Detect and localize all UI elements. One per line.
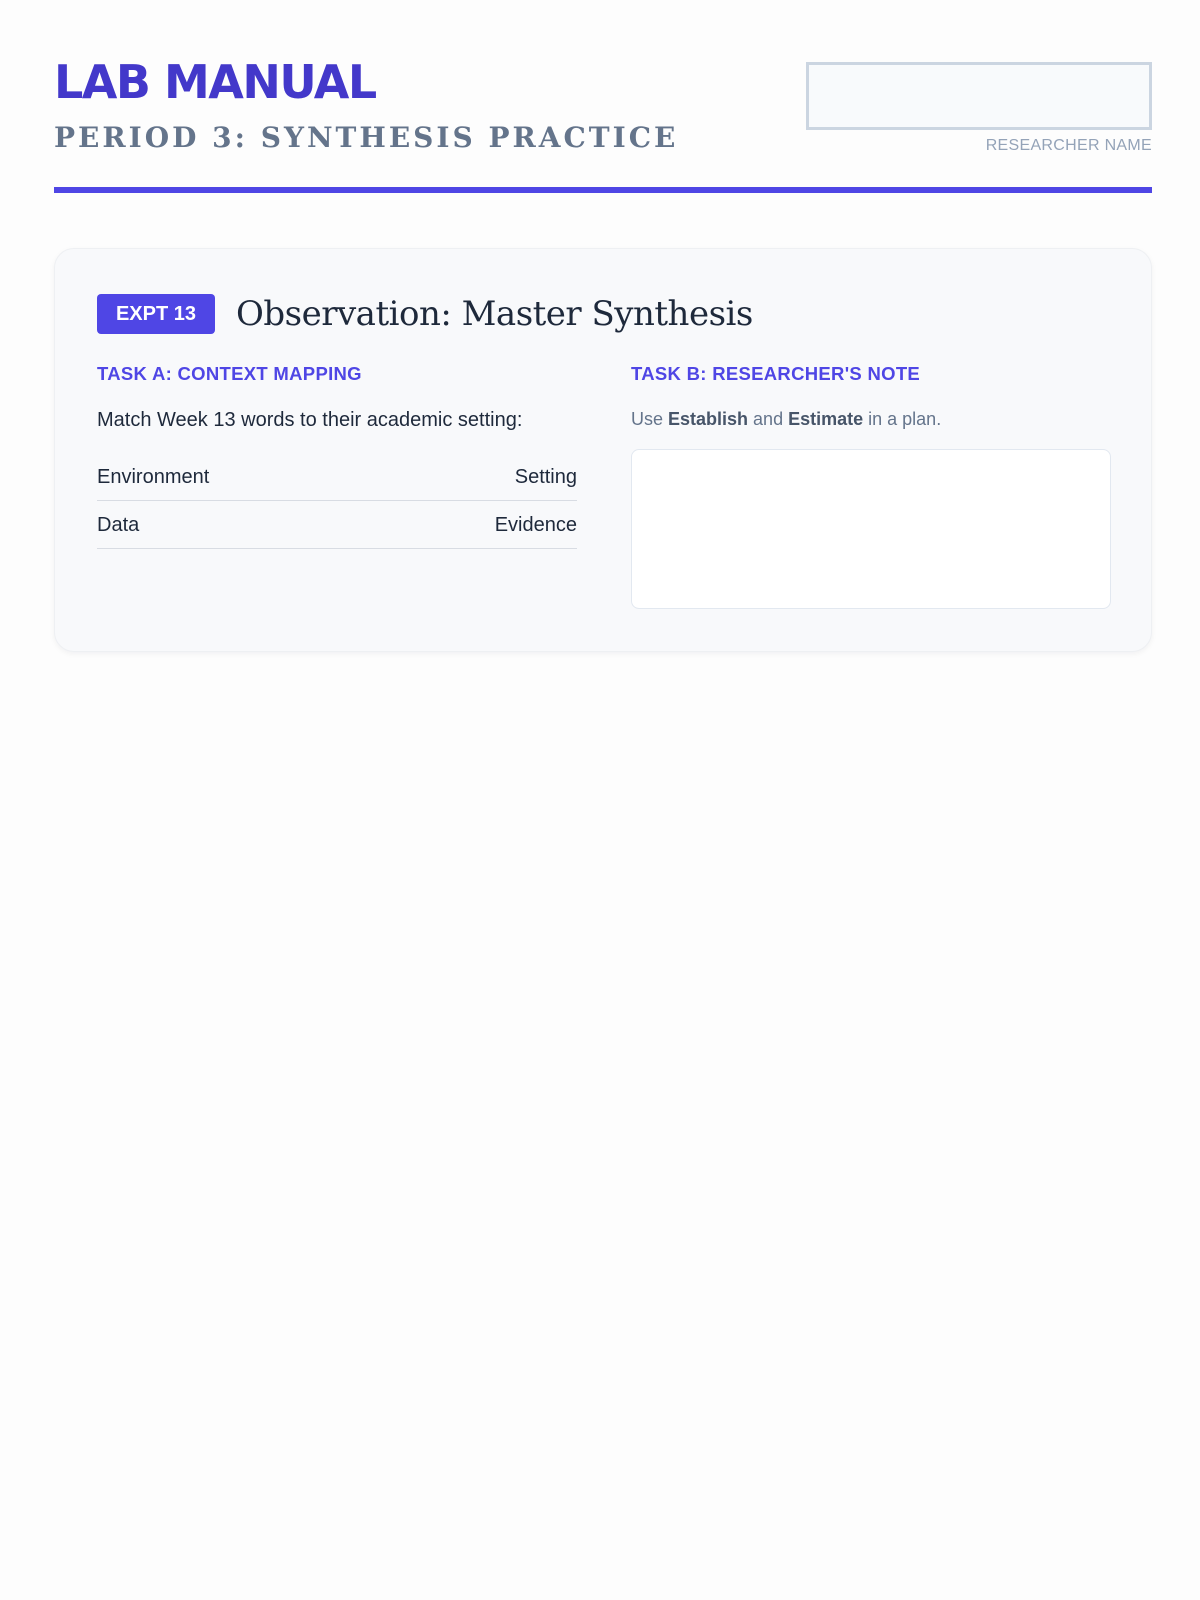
experiment-card: EXPT 13 Observation: Master Synthesis TA… (54, 248, 1152, 652)
page-header: LAB MANUAL PERIOD 3: SYNTHESIS PRACTICE … (54, 0, 1152, 196)
match-word: Environment (97, 466, 210, 488)
researcher-note-textarea[interactable] (631, 449, 1111, 609)
match-row: Data Evidence (97, 503, 577, 549)
instruction-term-establish: Establish (668, 409, 749, 429)
task-a-prompt: Match Week 13 words to their academic se… (97, 409, 523, 431)
match-row: Environment Setting (97, 455, 577, 501)
instruction-term-estimate: Estimate (788, 409, 864, 429)
instruction-suffix: in a plan. (863, 409, 942, 429)
match-setting: Setting (514, 466, 577, 488)
page-title: LAB MANUAL (54, 55, 377, 109)
task-b-heading: TASK B: RESEARCHER'S NOTE (631, 363, 921, 384)
task-a-section: TASK A: CONTEXT MAPPING Match Week 13 wo… (97, 361, 577, 549)
page-subtitle: PERIOD 3: SYNTHESIS PRACTICE (54, 121, 679, 154)
task-b-section: TASK B: RESEARCHER'S NOTE Use Establish … (631, 361, 1111, 609)
lab-manual-page: LAB MANUAL PERIOD 3: SYNTHESIS PRACTICE … (54, 0, 1152, 652)
researcher-name-label: RESEARCHER NAME (985, 137, 1152, 154)
experiment-title: Observation: Master Synthesis (236, 294, 753, 334)
instruction-middle: and (748, 409, 789, 429)
match-word: Data (97, 514, 140, 536)
instruction-prefix: Use (631, 409, 669, 429)
context-match-list: Environment Setting Data Evidence (97, 455, 577, 549)
task-a-heading: TASK A: CONTEXT MAPPING (97, 363, 362, 384)
match-setting: Evidence (494, 514, 577, 536)
experiment-badge: EXPT 13 (97, 294, 215, 334)
header-divider (54, 187, 1152, 193)
task-b-instruction: Use Establish and Estimate in a plan. (631, 405, 1111, 433)
researcher-name-input[interactable] (806, 62, 1152, 130)
